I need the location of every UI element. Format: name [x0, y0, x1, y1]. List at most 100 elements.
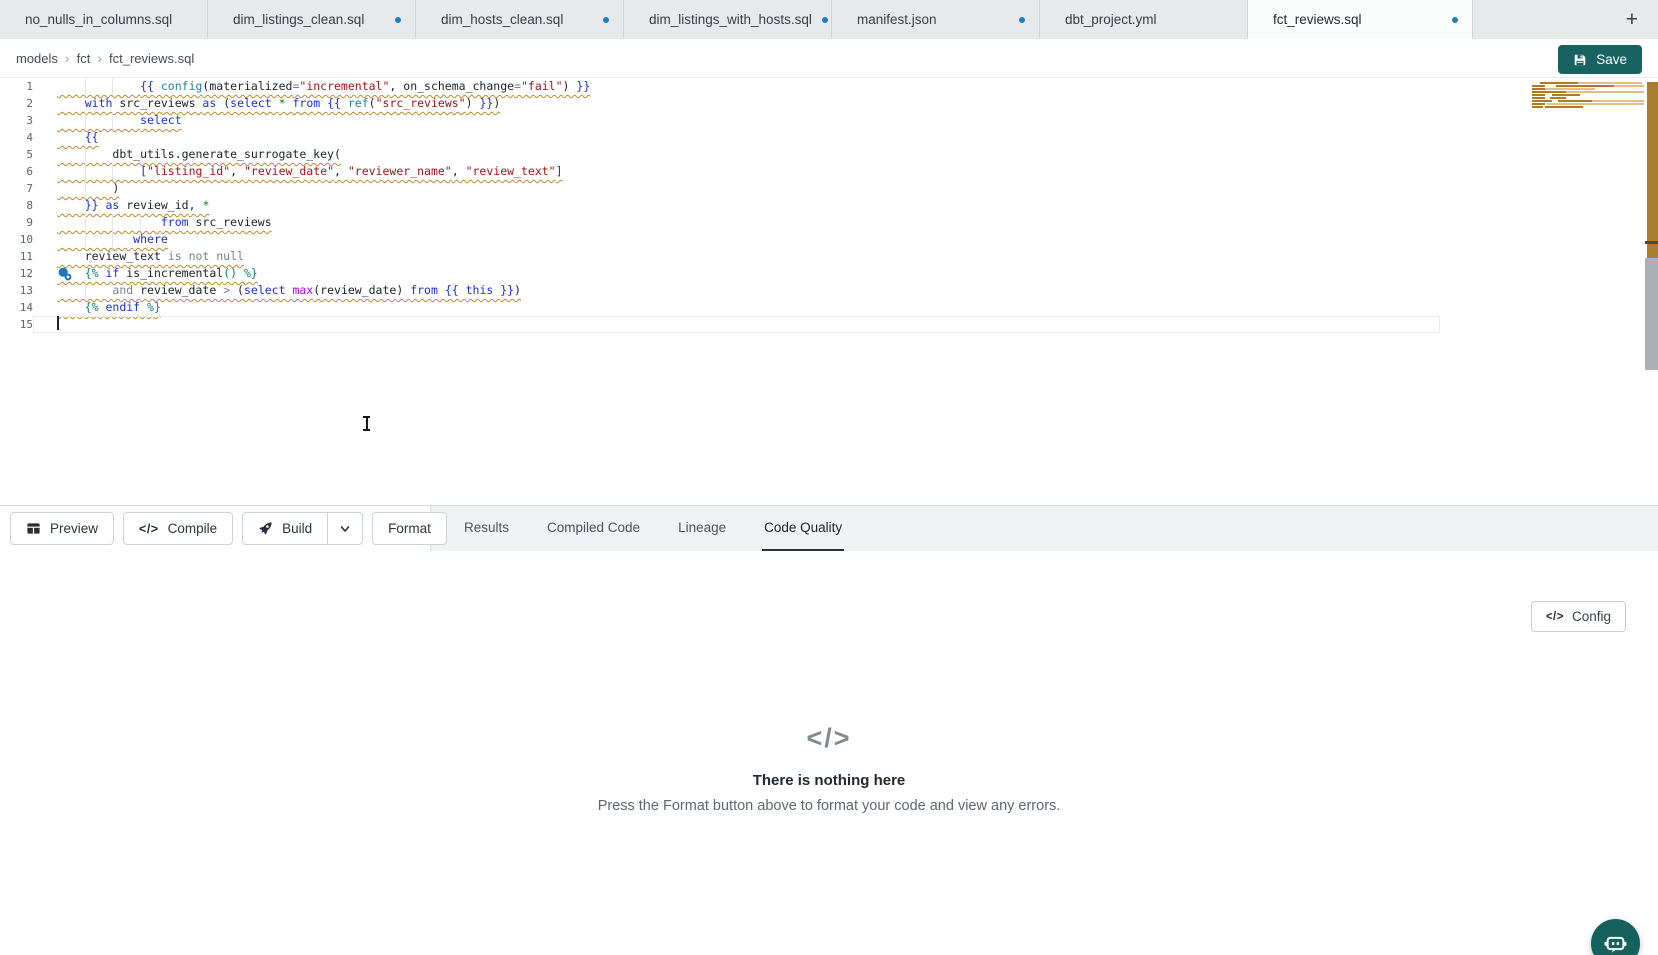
- line-content[interactable]: ): [33, 180, 1440, 197]
- code-token: where: [133, 232, 168, 246]
- indent-guide: [85, 231, 86, 248]
- code-token: {%: [85, 300, 106, 314]
- line-content[interactable]: [33, 316, 1440, 333]
- save-button-label: Save: [1596, 52, 1627, 67]
- robot-chat-icon: [1602, 930, 1629, 955]
- indent-guide: [85, 214, 86, 231]
- indent-guide: [85, 282, 86, 299]
- line-content[interactable]: {% endif %}: [33, 299, 1440, 316]
- code-token: %}: [147, 300, 161, 314]
- breadcrumb-segment[interactable]: fct: [77, 51, 91, 66]
- line-content[interactable]: {{ config(materialized="incremental", on…: [33, 78, 1440, 95]
- code-line-13[interactable]: 13 and review_date > (select max(review_…: [0, 282, 1440, 299]
- line-number: 4: [0, 129, 33, 146]
- minimap-line: [1532, 103, 1545, 105]
- code-line-1[interactable]: 1 {{ config(materialized="incremental", …: [0, 78, 1440, 95]
- code-token: =: [514, 79, 521, 93]
- code-token: ): [466, 96, 480, 110]
- preview-table-icon: [26, 521, 41, 536]
- code-line-12[interactable]: 12 {% if is_incremental() %}: [0, 265, 1440, 282]
- code-token: review_date: [320, 283, 396, 297]
- tab-code-quality[interactable]: Code Quality: [762, 506, 844, 551]
- line-content[interactable]: with src_reviews as (select * from {{ re…: [33, 95, 1440, 112]
- code-token: ,: [189, 198, 203, 212]
- minimap-line: [1532, 88, 1545, 90]
- editor-minimap[interactable]: [1532, 82, 1644, 116]
- text-cursor: [57, 316, 59, 330]
- code-line-11[interactable]: 11 review_text is not null: [0, 248, 1440, 265]
- code-line-5[interactable]: 5 dbt_utils.generate_surrogate_key(: [0, 146, 1440, 163]
- breadcrumb-bar: models›fct›fct_reviews.sql Save: [0, 39, 1658, 78]
- tab-results[interactable]: Results: [462, 506, 511, 551]
- copilot-chat-button[interactable]: [1591, 919, 1640, 955]
- config-button[interactable]: </> Config: [1531, 601, 1626, 632]
- code-token: >: [223, 283, 237, 297]
- format-button[interactable]: Format: [372, 512, 447, 545]
- editor-toolbar: Preview </> Compile Build: [0, 505, 1658, 551]
- line-content[interactable]: and review_date > (select max(review_dat…: [33, 282, 1440, 299]
- line-content[interactable]: {% if is_incremental() %}: [33, 265, 1440, 282]
- config-code-icon: </>: [1546, 611, 1564, 623]
- file-tab-label: fct_reviews.sql: [1273, 12, 1362, 27]
- line-content[interactable]: from src_reviews: [33, 214, 1440, 231]
- tab-compiled-code[interactable]: Compiled Code: [545, 506, 642, 551]
- build-button[interactable]: Build: [242, 512, 327, 545]
- file-tab-label: dbt_project.yml: [1065, 12, 1157, 27]
- code-editor[interactable]: 1 {{ config(materialized="incremental", …: [0, 78, 1658, 505]
- code-line-4[interactable]: 4 {{: [0, 129, 1440, 146]
- line-content[interactable]: where: [33, 231, 1440, 248]
- code-line-3[interactable]: 3 select: [0, 112, 1440, 129]
- code-slash-icon: </>: [0, 723, 1658, 754]
- line-content[interactable]: {{: [33, 129, 1440, 146]
- code-line-14[interactable]: 14 {% endif %}: [0, 299, 1440, 316]
- line-content[interactable]: }} as review_id, *: [33, 197, 1440, 214]
- code-token: {{: [327, 96, 348, 110]
- overview-warning-strip: [1647, 82, 1658, 241]
- compile-code-icon: </>: [139, 522, 159, 536]
- line-content[interactable]: dbt_utils.generate_surrogate_key(: [33, 146, 1440, 163]
- file-tab-5[interactable]: manifest.json: [832, 0, 1040, 39]
- code-token: review_id: [126, 198, 188, 212]
- indent-guide: [85, 146, 86, 163]
- line-content[interactable]: ["listing_id", "review_date", "reviewer_…: [33, 163, 1440, 180]
- code-line-6[interactable]: 6 ["listing_id", "review_date", "reviewe…: [0, 163, 1440, 180]
- line-content[interactable]: select: [33, 112, 1440, 129]
- preview-button[interactable]: Preview: [10, 512, 114, 545]
- code-line-2[interactable]: 2 with src_reviews as (select * from {{ …: [0, 95, 1440, 112]
- code-line-8[interactable]: 8 }} as review_id, *: [0, 197, 1440, 214]
- file-tab-1[interactable]: no_nulls_in_columns.sql: [0, 0, 208, 39]
- file-tab-7[interactable]: fct_reviews.sql: [1248, 0, 1473, 39]
- overview-ruler[interactable]: [1645, 78, 1658, 505]
- file-tab-4[interactable]: dim_listings_with_hosts.sql: [624, 0, 832, 39]
- code-token: select: [230, 96, 278, 110]
- line-number: 5: [0, 146, 33, 163]
- file-tab-3[interactable]: dim_hosts_clean.sql: [416, 0, 624, 39]
- line-text: {% endif %}: [57, 300, 161, 314]
- file-tab-2[interactable]: dim_listings_clean.sql: [208, 0, 416, 39]
- new-tab-button[interactable]: +: [1620, 10, 1644, 30]
- build-dropdown-button[interactable]: [327, 512, 363, 545]
- empty-state: </> There is nothing here Press the Form…: [0, 723, 1658, 814]
- line-content[interactable]: review_text is not null: [33, 248, 1440, 265]
- code-line-7[interactable]: 7 ): [0, 180, 1440, 197]
- code-token: dbt_utils.generate_surrogate_key(: [112, 147, 340, 161]
- tab-lineage[interactable]: Lineage: [676, 506, 728, 551]
- line-text: {{ config(materialized="incremental", on…: [57, 79, 590, 93]
- scrollbar-slider[interactable]: [1645, 258, 1658, 370]
- code-line-10[interactable]: 10 where: [0, 231, 1440, 248]
- save-floppy-icon: [1573, 53, 1587, 67]
- breadcrumb-segment[interactable]: models: [16, 51, 58, 66]
- save-button[interactable]: Save: [1558, 45, 1642, 74]
- breadcrumb: models›fct›fct_reviews.sql: [16, 50, 194, 66]
- breadcrumb-separator-icon: ›: [65, 50, 70, 66]
- breadcrumb-segment[interactable]: fct_reviews.sql: [109, 51, 194, 66]
- code-action-lightbulb-icon[interactable]: [58, 267, 72, 281]
- code-line-9[interactable]: 9 from src_reviews: [0, 214, 1440, 231]
- compile-button[interactable]: </> Compile: [123, 512, 233, 545]
- code-token: "incremental": [299, 79, 389, 93]
- code-line-15[interactable]: 15: [0, 316, 1440, 333]
- code-token: (: [369, 96, 376, 110]
- code-token: "reviewer_name": [348, 164, 452, 178]
- code-token: as: [202, 96, 223, 110]
- file-tab-6[interactable]: dbt_project.yml: [1040, 0, 1248, 39]
